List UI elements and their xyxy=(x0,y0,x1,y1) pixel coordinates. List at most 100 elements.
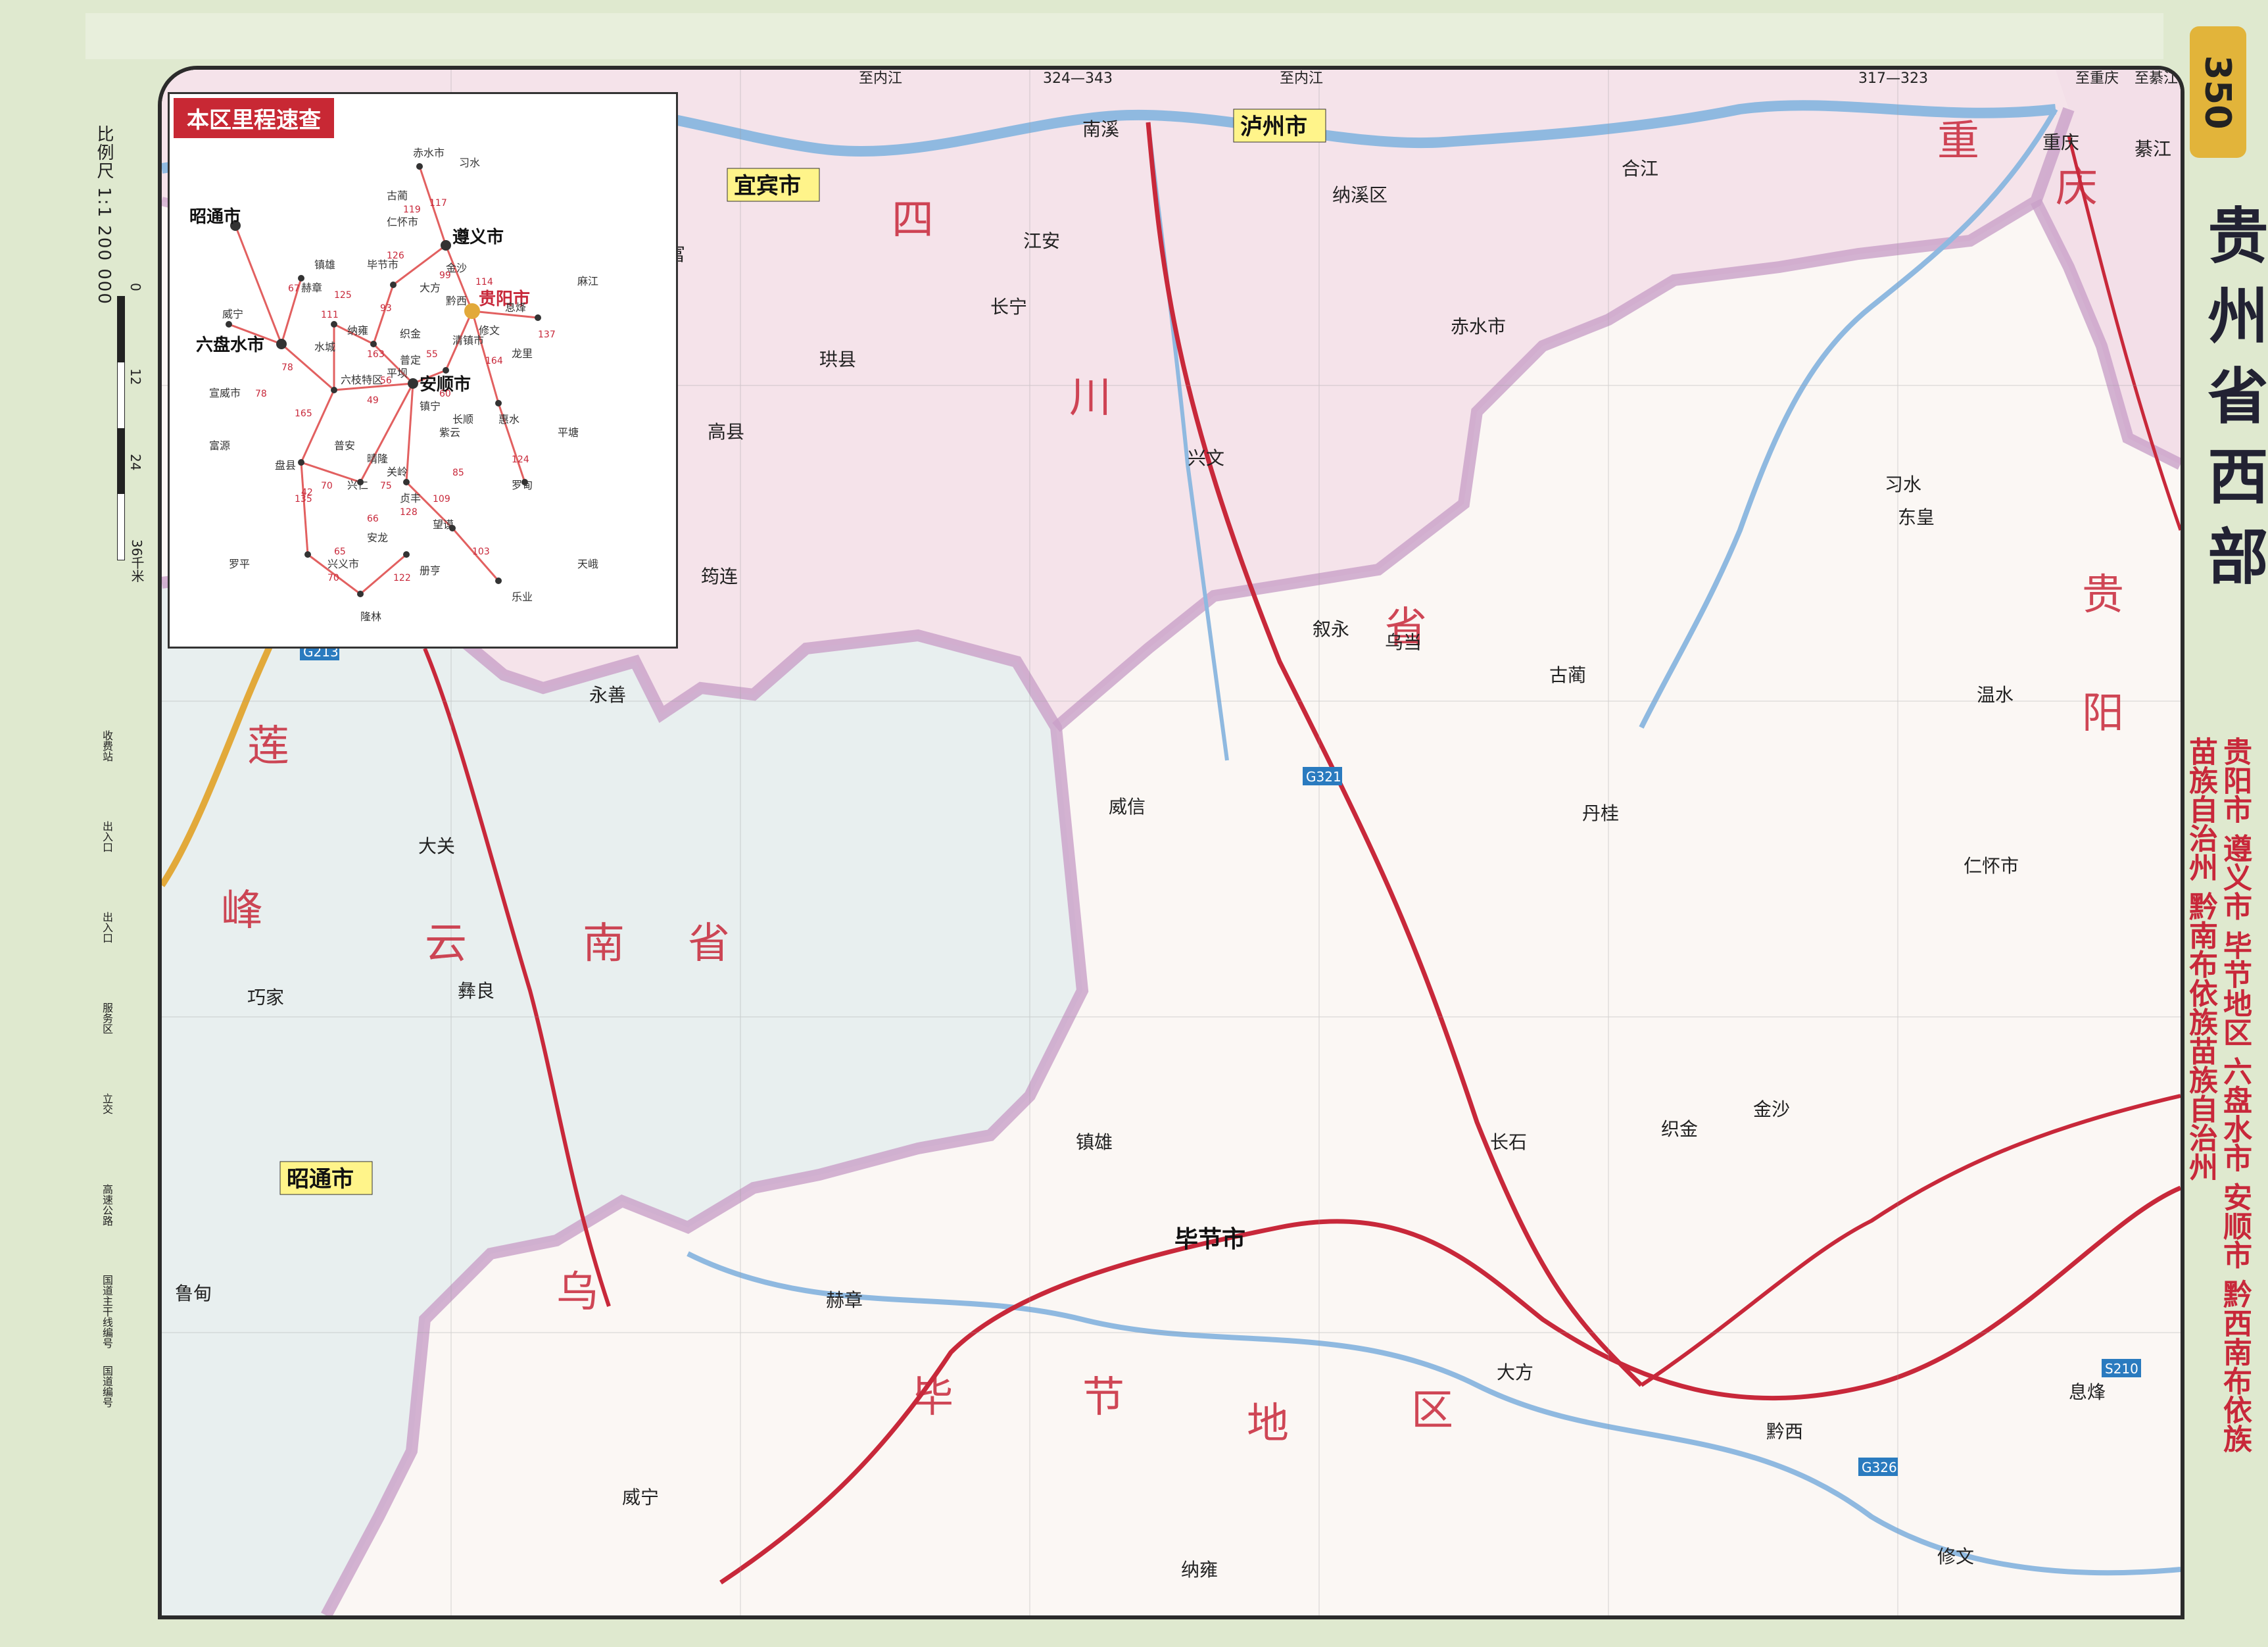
inset-town: 织金 xyxy=(400,328,421,340)
place-label: 叙永 xyxy=(1313,618,1349,640)
inset-distance: 125 xyxy=(334,290,352,301)
province-label: 阳 xyxy=(2082,689,2124,738)
place-label: 重庆 xyxy=(2042,132,2079,153)
inset-distance: 78 xyxy=(255,389,267,399)
inset-distance: 117 xyxy=(429,198,447,209)
region-label: 峰 xyxy=(221,887,263,935)
inset-distance: 109 xyxy=(433,494,450,504)
place-label: 息烽 xyxy=(2069,1381,2106,1403)
region-label: 毕 xyxy=(911,1373,953,1422)
inset-town: 大方 xyxy=(420,282,441,294)
place-label: 筠连 xyxy=(701,566,738,587)
place-label: 南溪 xyxy=(1082,118,1119,140)
left-margin: 比例尺 1:1 200 000 0 12 24 36千米 收费站 出入口 出入口… xyxy=(0,59,155,1611)
place-label: 东皇 xyxy=(1898,506,1935,528)
scale-bar xyxy=(117,296,125,560)
page-title: 贵州省西部 xyxy=(2198,204,2268,605)
inset-distance: 122 xyxy=(393,573,411,583)
inset-title: 本区里程速查 xyxy=(174,98,334,138)
place-label: 温水 xyxy=(1977,684,2014,706)
inset-distance: 56 xyxy=(380,376,392,386)
inset-town: 黔西 xyxy=(446,295,467,307)
inset-distance: 165 xyxy=(295,408,312,419)
inset-distance: 65 xyxy=(334,547,346,557)
place-label: 兴文 xyxy=(1188,447,1224,469)
inset-town: 镇宁 xyxy=(420,400,441,412)
inset-distance: 66 xyxy=(367,514,379,524)
region-label: 节 xyxy=(1082,1373,1124,1422)
route-label: 317—323 xyxy=(1858,70,1928,87)
inset-town: 天峨 xyxy=(577,558,598,570)
place-label: 大方 xyxy=(1497,1362,1533,1383)
inset-town: 六枝特区 xyxy=(341,374,383,386)
top-margin-strip xyxy=(85,13,2163,59)
scale-tick-12: 12 xyxy=(128,368,143,385)
route-label: 至内江 xyxy=(1280,70,1323,87)
legend-item: 出入口 xyxy=(101,912,113,943)
inset-city-labels: 遵义市 昭通市 六盘水市 安顺市 贵阳市 xyxy=(189,207,530,395)
inset-town: 富源 xyxy=(209,439,230,452)
inset-town: 隆林 xyxy=(360,610,381,623)
province-label: 庆 xyxy=(2056,163,2098,212)
inset-town: 麻江 xyxy=(577,275,598,287)
place-label: 威宁 xyxy=(622,1487,659,1508)
inset-town: 望谟 xyxy=(433,518,454,531)
inset-town: 盘县 xyxy=(275,459,296,472)
inset-town: 普安 xyxy=(334,439,355,452)
place-label: 合江 xyxy=(1622,158,1658,180)
inset-town: 乐业 xyxy=(512,591,533,603)
inset-town: 清镇市 xyxy=(452,334,484,347)
inset-town: 镇雄 xyxy=(314,258,335,271)
place-label: 大关 xyxy=(418,835,455,857)
inset-town: 习水 xyxy=(459,157,480,169)
region-label: 区 xyxy=(1411,1387,1453,1435)
city-label: 泸州市 xyxy=(1240,114,1307,140)
scale-tick-0: 0 xyxy=(128,283,143,291)
road-shield-label: S210 xyxy=(2105,1361,2138,1377)
region-label: 地 xyxy=(1247,1400,1289,1448)
place-label: 长宁 xyxy=(990,296,1027,318)
road-shield-label: G326 xyxy=(1862,1460,1897,1475)
inset-city: 六盘水市 xyxy=(196,335,264,355)
inset-town: 兴义市 xyxy=(327,558,359,570)
province-label: 四 xyxy=(892,196,934,245)
inset-town: 纳雍 xyxy=(347,324,368,337)
place-label: 黔西 xyxy=(1766,1421,1803,1442)
inset-distance: 124 xyxy=(512,455,529,465)
scale-tick-24: 24 xyxy=(128,454,143,471)
inset-distance: 128 xyxy=(400,507,418,518)
scale-label: 比例尺 1:1 200 000 xyxy=(94,125,114,305)
inset-distance: 75 xyxy=(380,481,392,491)
legend-item: 国道主干线编号 xyxy=(101,1275,113,1348)
inset-distance: 163 xyxy=(367,349,385,360)
city-label: 毕节市 xyxy=(1174,1226,1245,1253)
city-label: 昭通市 xyxy=(287,1166,354,1192)
place-label: 珙县 xyxy=(819,349,856,370)
legend-item: 国道编号 xyxy=(101,1365,113,1408)
region-label: 莲 xyxy=(247,722,289,771)
inset-distance: 70 xyxy=(327,573,339,583)
route-label: 至重庆 xyxy=(2075,70,2119,87)
place-label: 永善 xyxy=(589,684,626,706)
city-label: 宜宾市 xyxy=(734,173,801,199)
legend-item: 出入口 xyxy=(101,821,113,852)
inset-town: 宣威市 xyxy=(209,387,241,399)
inset-distance: 164 xyxy=(485,356,503,366)
place-label: 仁怀市 xyxy=(1964,855,2019,877)
province-label: 南 xyxy=(583,920,625,968)
inset-town: 威宁 xyxy=(222,308,243,320)
inset-distance: 93 xyxy=(380,303,392,314)
inset-town: 水城 xyxy=(314,341,335,353)
inset-town: 关岭 xyxy=(387,466,408,478)
place-label: 金沙 xyxy=(1753,1098,1790,1120)
distance-inset: 遵义市 昭通市 六盘水市 安顺市 贵阳市 赤水市 习水 古蔺 仁怀市 金沙 镇雄… xyxy=(168,92,678,649)
place-label: 乌当 xyxy=(1385,631,1422,653)
province-label: 贵 xyxy=(2082,571,2124,620)
page-number: 350 xyxy=(2190,26,2246,158)
inset-town: 仁怀市 xyxy=(387,216,418,228)
place-label: 巧家 xyxy=(247,987,284,1008)
scale-tick-36: 36千米 xyxy=(129,539,145,583)
inset-distance: 103 xyxy=(472,547,490,557)
inset-town: 册亨 xyxy=(420,564,441,577)
place-label: 镇雄 xyxy=(1076,1131,1113,1153)
